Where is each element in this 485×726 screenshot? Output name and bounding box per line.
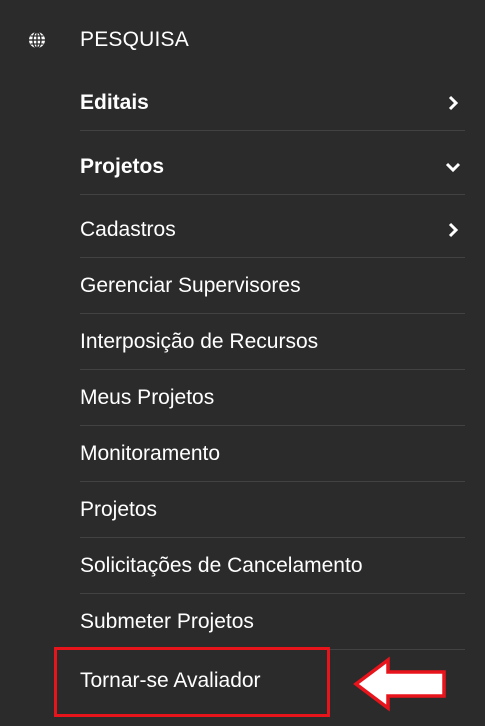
menu-item-interposicao-recursos[interactable]: Interposição de Recursos [80, 314, 465, 370]
menu-item-label: Editais [80, 90, 149, 114]
menu-item-label: Projetos [80, 154, 165, 178]
menu-item-label: Solicitações de Cancelamento [80, 553, 363, 577]
menu-item-submeter-projetos[interactable]: Submeter Projetos [80, 594, 465, 650]
menu-item-solicitacoes-cancelamento[interactable]: Solicitações de Cancelamento [80, 538, 465, 594]
menu-item-meus-projetos[interactable]: Meus Projetos [80, 370, 465, 426]
menu-item-editais[interactable]: Editais [80, 75, 465, 131]
menu-item-monitoramento[interactable]: Monitoramento [80, 426, 465, 482]
globe-icon [29, 31, 45, 49]
menu-item-gerenciar-supervisores[interactable]: Gerenciar Supervisores [80, 258, 465, 314]
chevron-right-icon [448, 222, 459, 237]
menu-item-projetos[interactable]: Projetos [80, 482, 465, 538]
section-pesquisa[interactable]: PESQUISA [0, 18, 485, 62]
menu-item-label: Projetos [80, 497, 158, 521]
chevron-down-icon [445, 162, 461, 172]
menu-item-cadastros[interactable]: Cadastros [80, 202, 465, 258]
menu-item-label: Interposição de Recursos [80, 329, 319, 353]
menu-item-projetos-group[interactable]: Projetos [80, 139, 465, 195]
menu-item-label: Meus Projetos [80, 385, 215, 409]
menu-item-label: Gerenciar Supervisores [80, 273, 301, 297]
menu-item-label: Monitoramento [80, 441, 221, 465]
arrow-left-icon [353, 656, 446, 712]
section-title: PESQUISA [80, 28, 189, 51]
menu-item-label: Tornar-se Avaliador [80, 669, 261, 692]
chevron-right-icon [448, 95, 459, 110]
sidebar-menu: PESQUISA Editais Projetos Cadastros Gere… [0, 0, 485, 726]
menu-item-label: Cadastros [80, 217, 176, 241]
menu-item-label: Submeter Projetos [80, 609, 254, 633]
